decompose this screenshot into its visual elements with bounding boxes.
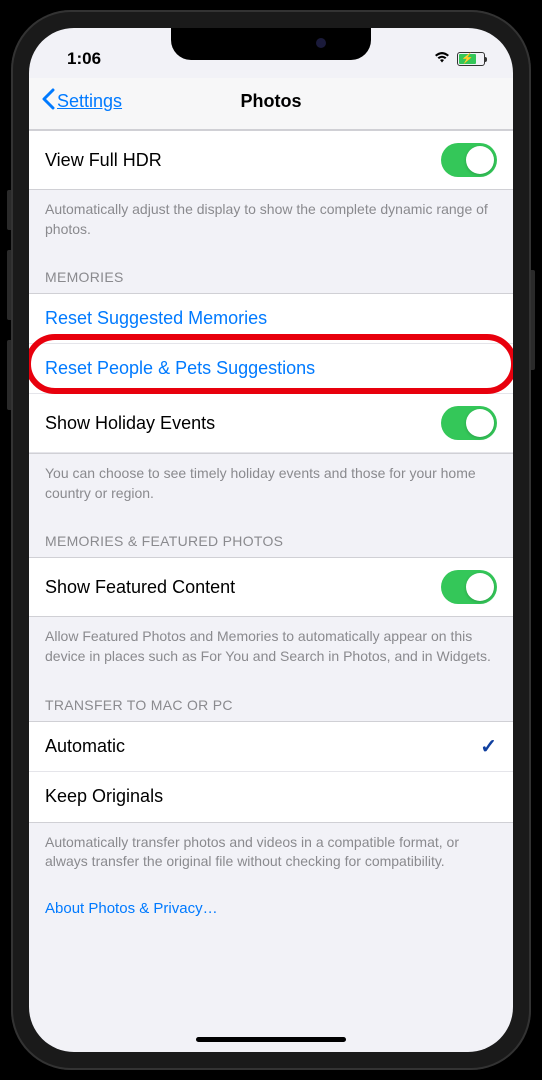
view-full-hdr-cell[interactable]: View Full HDR	[29, 131, 513, 189]
about-photos-privacy-link[interactable]: About Photos & Privacy…	[29, 878, 513, 933]
reset-suggested-memories-label: Reset Suggested Memories	[45, 308, 267, 329]
show-featured-content-cell[interactable]: Show Featured Content	[29, 558, 513, 616]
checkmark-icon: ✓	[480, 734, 497, 759]
featured-group: Show Featured Content	[29, 557, 513, 617]
show-holiday-events-label: Show Holiday Events	[45, 413, 215, 434]
charging-bolt-icon: ⚡	[461, 54, 473, 65]
memories-group: Reset Suggested Memories Reset People & …	[29, 293, 513, 454]
wifi-icon	[433, 49, 451, 69]
show-holiday-events-cell[interactable]: Show Holiday Events	[29, 394, 513, 453]
phone-power-button	[531, 270, 535, 370]
chevron-left-icon	[41, 88, 55, 115]
view-full-hdr-toggle[interactable]	[441, 143, 497, 177]
reset-suggested-memories-cell[interactable]: Reset Suggested Memories	[29, 294, 513, 344]
notch	[171, 28, 371, 60]
transfer-automatic-cell[interactable]: Automatic ✓	[29, 722, 513, 772]
phone-volume-up	[7, 250, 11, 320]
back-button[interactable]: Settings	[41, 88, 122, 115]
home-indicator[interactable]	[196, 1037, 346, 1042]
transfer-footer: Automatically transfer photos and videos…	[29, 823, 513, 878]
transfer-keep-originals-label: Keep Originals	[45, 786, 163, 807]
show-featured-content-label: Show Featured Content	[45, 577, 235, 598]
transfer-keep-originals-cell[interactable]: Keep Originals	[29, 772, 513, 822]
battery-icon: ⚡	[457, 52, 485, 66]
view-full-hdr-label: View Full HDR	[45, 150, 162, 171]
phone-mute-switch	[7, 190, 11, 230]
page-title: Photos	[241, 91, 302, 112]
transfer-automatic-label: Automatic	[45, 736, 125, 757]
content-scroll[interactable]: View Full HDR Automatically adjust the d…	[29, 130, 513, 1039]
reset-people-pets-cell[interactable]: Reset People & Pets Suggestions	[29, 344, 513, 394]
featured-footer: Allow Featured Photos and Memories to au…	[29, 617, 513, 672]
show-featured-content-toggle[interactable]	[441, 570, 497, 604]
hdr-footer: Automatically adjust the display to show…	[29, 190, 513, 245]
back-label: Settings	[57, 91, 122, 112]
hdr-group: View Full HDR	[29, 130, 513, 190]
phone-volume-down	[7, 340, 11, 410]
screen: 1:06 ⚡ Settings Photos	[29, 28, 513, 1052]
navigation-bar: Settings Photos	[29, 78, 513, 130]
front-camera	[316, 38, 326, 48]
featured-header: MEMORIES & FEATURED PHOTOS	[29, 509, 513, 557]
phone-frame: 1:06 ⚡ Settings Photos	[11, 10, 531, 1070]
memories-header: MEMORIES	[29, 245, 513, 293]
transfer-group: Automatic ✓ Keep Originals	[29, 721, 513, 823]
memories-footer: You can choose to see timely holiday eve…	[29, 454, 513, 509]
show-holiday-events-toggle[interactable]	[441, 406, 497, 440]
reset-people-pets-label: Reset People & Pets Suggestions	[45, 358, 315, 379]
transfer-header: TRANSFER TO MAC OR PC	[29, 673, 513, 721]
